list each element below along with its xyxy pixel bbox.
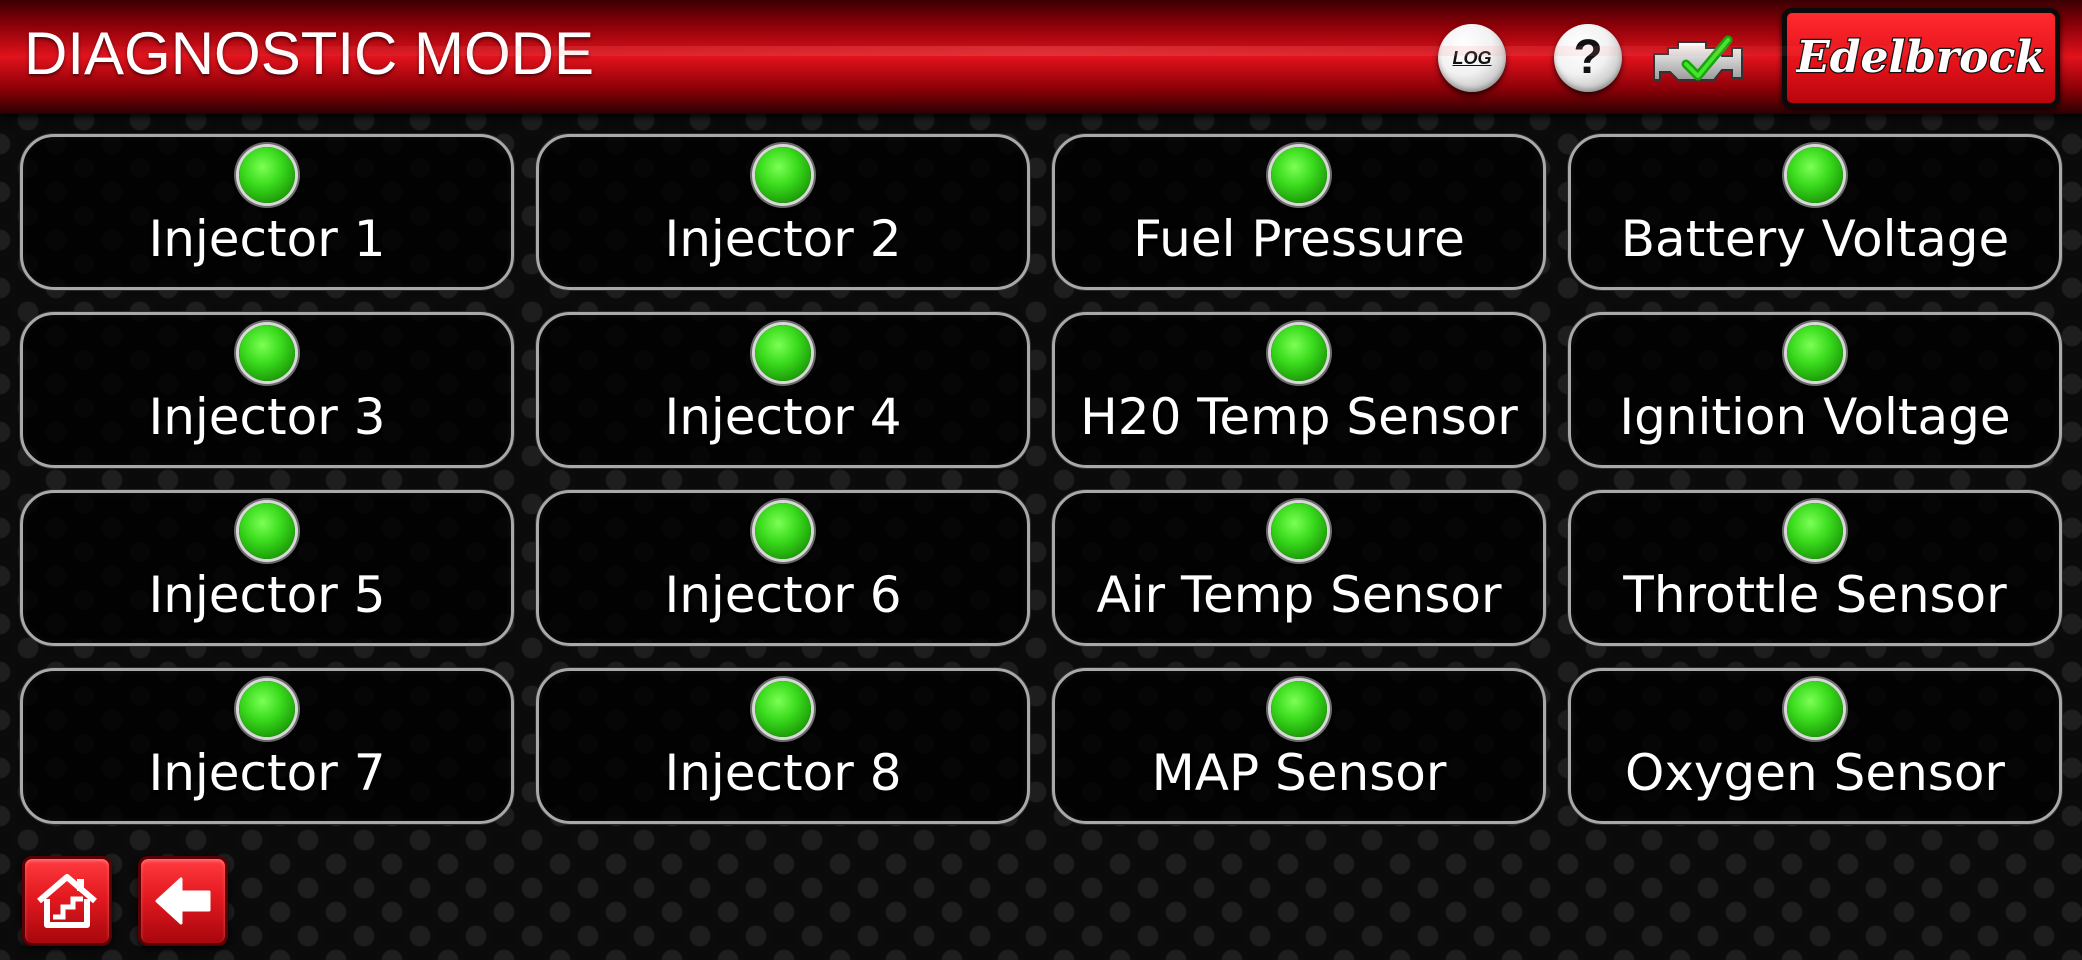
- status-indicator-icon: [1271, 147, 1327, 203]
- status-indicator-icon: [1271, 681, 1327, 737]
- tile-label: Oxygen Sensor: [1624, 744, 2005, 802]
- tile-label: MAP Sensor: [1151, 744, 1447, 802]
- diagnostic-tile[interactable]: Ignition Voltage: [1568, 312, 2062, 468]
- tile-label: H20 Temp Sensor: [1080, 388, 1518, 446]
- home-button[interactable]: [22, 856, 112, 946]
- check-engine-ok-icon[interactable]: [1652, 28, 1760, 96]
- help-button-label: ?: [1573, 31, 1603, 84]
- status-indicator-icon: [1787, 681, 1843, 737]
- tile-label: Injector 1: [148, 210, 386, 268]
- tile-label: Ignition Voltage: [1619, 388, 2011, 446]
- page-title: DIAGNOSTIC MODE: [24, 20, 595, 87]
- status-indicator-icon: [239, 681, 295, 737]
- diagnostic-tile[interactable]: Injector 1: [20, 134, 514, 290]
- tile-label: Injector 6: [664, 566, 902, 624]
- status-indicator-icon: [1787, 325, 1843, 381]
- status-indicator-icon: [755, 147, 811, 203]
- status-indicator-icon: [755, 681, 811, 737]
- log-button-label: LOG: [1452, 47, 1492, 68]
- diagnostic-tile[interactable]: Injector 5: [20, 490, 514, 646]
- diagnostic-grid: Injector 1 Injector 2 Fuel Pressure Battery…: [20, 134, 2062, 824]
- tile-label: Injector 7: [148, 744, 386, 802]
- status-indicator-icon: [239, 503, 295, 559]
- svg-text:Edelbrock: Edelbrock: [1796, 32, 2046, 83]
- diagnostic-tile[interactable]: Injector 6: [536, 490, 1030, 646]
- status-indicator-icon: [1787, 147, 1843, 203]
- tile-label: Injector 4: [664, 388, 902, 446]
- status-indicator-icon: [755, 325, 811, 381]
- diagnostic-tile[interactable]: Injector 8: [536, 668, 1030, 824]
- diagnostic-tile[interactable]: Air Temp Sensor: [1052, 490, 1546, 646]
- diagnostic-tile[interactable]: Battery Voltage: [1568, 134, 2062, 290]
- help-button[interactable]: ?: [1554, 24, 1622, 92]
- status-indicator-icon: [239, 325, 295, 381]
- status-indicator-icon: [239, 147, 295, 203]
- tile-label: Throttle Sensor: [1623, 566, 2007, 624]
- diagnostic-tile[interactable]: Oxygen Sensor: [1568, 668, 2062, 824]
- log-button[interactable]: LOG: [1438, 24, 1506, 92]
- diagnostic-tile[interactable]: Injector 2: [536, 134, 1030, 290]
- tile-label: Injector 2: [664, 210, 902, 268]
- tile-label: Air Temp Sensor: [1096, 566, 1502, 624]
- back-arrow-icon: [155, 877, 211, 925]
- tile-label: Injector 8: [664, 744, 902, 802]
- diagnostic-tile[interactable]: H20 Temp Sensor: [1052, 312, 1546, 468]
- home-icon: [37, 874, 97, 928]
- diagnostic-tile[interactable]: Injector 4: [536, 312, 1030, 468]
- diagnostic-tile[interactable]: Injector 7: [20, 668, 514, 824]
- status-indicator-icon: [1787, 503, 1843, 559]
- status-indicator-icon: [1271, 503, 1327, 559]
- header-bar: DIAGNOSTIC MODE LOG ? Edelbrock: [0, 0, 2082, 114]
- status-indicator-icon: [755, 503, 811, 559]
- tile-label: Injector 3: [148, 388, 386, 446]
- tile-label: Battery Voltage: [1620, 210, 2010, 268]
- tile-label: Injector 5: [148, 566, 386, 624]
- diagnostic-tile[interactable]: MAP Sensor: [1052, 668, 1546, 824]
- edelbrock-logo[interactable]: Edelbrock: [1782, 8, 2060, 108]
- back-button[interactable]: [138, 856, 228, 946]
- diagnostic-tile[interactable]: Injector 3: [20, 312, 514, 468]
- diagnostic-tile[interactable]: Fuel Pressure: [1052, 134, 1546, 290]
- status-indicator-icon: [1271, 325, 1327, 381]
- tile-label: Fuel Pressure: [1133, 210, 1465, 268]
- diagnostic-tile[interactable]: Throttle Sensor: [1568, 490, 2062, 646]
